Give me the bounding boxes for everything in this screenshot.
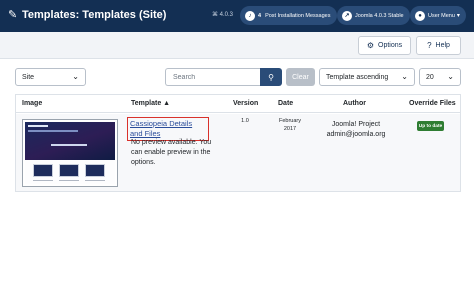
search-button[interactable]: ⚲ <box>260 68 282 86</box>
app-header: ✎ Templates: Templates (Site) ⌘ 4.0.3 ♪ … <box>0 0 474 32</box>
thumbnail-card <box>59 164 79 177</box>
search-icon: ⚲ <box>268 72 274 82</box>
col-version: Version <box>233 100 259 107</box>
chevron-down-icon: ⌄ <box>401 72 408 81</box>
col-author: Author <box>343 100 366 107</box>
thumbnail-card <box>33 164 53 177</box>
post-installation-messages-button[interactable]: ♪ 4 Post Installation Messages <box>240 6 337 25</box>
thumbnail-hero-text <box>51 144 87 146</box>
help-label: Help <box>435 42 450 49</box>
version-label: ⌘ 4.0.3 <box>212 12 234 18</box>
ordering-select-value: Template ascending <box>326 73 389 81</box>
table-row: Cassiopeia Details and Files No preview … <box>16 114 460 191</box>
col-override-files: Override Files <box>409 100 456 107</box>
thumbnail-text-line <box>59 180 79 181</box>
options-label: Options <box>378 42 403 49</box>
notification-count: 4 <box>258 12 262 19</box>
brush-icon: ✎ <box>8 9 18 21</box>
thumbnail-text-line <box>85 180 105 181</box>
ordering-select[interactable]: Template ascending ⌄ <box>319 68 415 86</box>
client-select[interactable]: Site ⌄ <box>15 68 86 86</box>
joomla-version-label: Joomla 4.0.3 Stable <box>355 12 404 19</box>
gear-icon: ⚙ <box>366 41 375 50</box>
thumbnail-card <box>85 164 105 177</box>
col-date: Date <box>278 100 294 107</box>
table-header: Image Template ▲ Version Date Author Ove… <box>16 95 460 113</box>
search-input[interactable] <box>165 68 260 86</box>
col-image: Image <box>22 100 43 107</box>
author-name: Joomla! Project <box>331 121 381 128</box>
template-author: Joomla! Project admin@joomla.org <box>301 120 411 140</box>
options-button[interactable]: ⚙ Options <box>358 36 411 55</box>
joomla-version-button[interactable]: ↗ Joomla 4.0.3 Stable <box>337 6 410 25</box>
col-template[interactable]: Template ▲ <box>131 100 170 107</box>
chevron-down-icon: ⌄ <box>447 72 454 81</box>
templates-table: Image Template ▲ Version Date Author Ove… <box>15 94 461 192</box>
page-title: Templates: Templates (Site) <box>22 9 167 21</box>
template-version: 1.0 <box>241 118 249 124</box>
template-details-link[interactable]: Cassiopeia Details and Files <box>130 119 206 139</box>
user-icon: ● <box>415 10 425 21</box>
author-email: admin@joomla.org <box>326 131 386 138</box>
question-icon: ? <box>427 41 432 50</box>
chevron-down-icon: ⌄ <box>72 72 79 81</box>
client-select-value: Site <box>22 73 35 81</box>
external-link-icon: ↗ <box>342 10 352 21</box>
thumbnail-hero <box>25 122 115 160</box>
thumbnail-logo-bar <box>28 125 48 127</box>
thumbnail-nav-bar <box>28 130 78 132</box>
chevron-down-icon: ▾ <box>456 13 460 19</box>
notification-label: Post Installation Messages <box>265 12 331 19</box>
status-badge: Up to date <box>417 121 444 131</box>
template-thumbnail[interactable] <box>22 119 118 187</box>
bell-icon: ♪ <box>245 10 255 21</box>
preview-note: No preview available. You can enable pre… <box>131 139 212 166</box>
limit-select-value: 20 <box>426 73 434 81</box>
thumbnail-text-line <box>33 180 53 181</box>
user-menu-button[interactable]: ● User Menu ▾ <box>410 6 466 25</box>
clear-button[interactable]: Clear <box>286 68 315 86</box>
thumbnail-preview <box>25 122 115 184</box>
user-menu-label: User Menu <box>428 12 455 19</box>
limit-select[interactable]: 20 ⌄ <box>419 68 461 86</box>
help-button[interactable]: ? Help <box>416 36 461 55</box>
